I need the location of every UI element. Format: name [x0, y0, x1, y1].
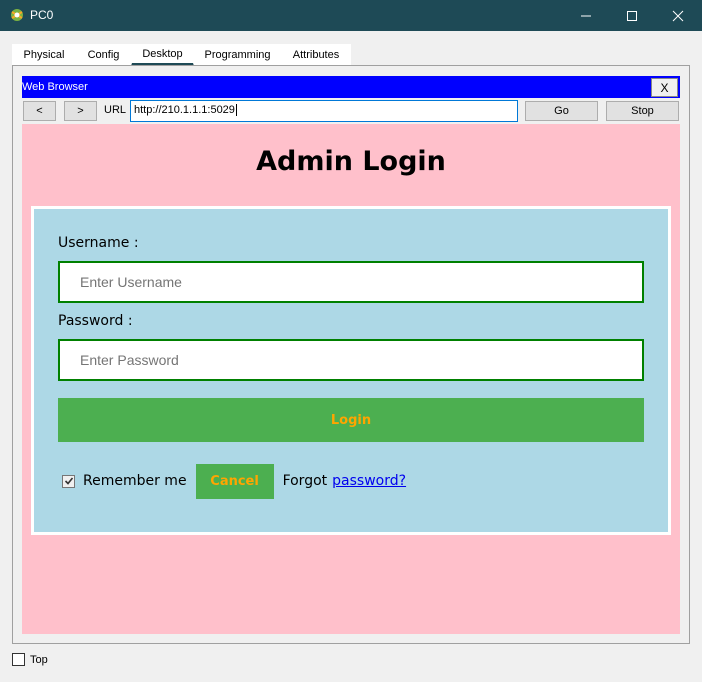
back-button[interactable]: < — [23, 101, 56, 121]
web-browser-header: Web Browser X — [22, 76, 680, 98]
stop-button[interactable]: Stop — [606, 101, 679, 121]
username-placeholder: Enter Username — [80, 274, 182, 290]
login-button[interactable]: Login — [58, 398, 644, 442]
forgot-password-link[interactable]: password? — [332, 473, 406, 489]
page-title: Admin Login — [256, 146, 446, 177]
minimize-button[interactable] — [563, 0, 609, 31]
tab-config[interactable]: Config — [76, 44, 131, 66]
maximize-button[interactable] — [609, 0, 655, 31]
title-bar: PC0 — [0, 0, 702, 31]
close-icon — [672, 10, 684, 22]
top-checkbox[interactable] — [12, 653, 25, 666]
minimize-icon — [580, 10, 592, 22]
forward-button[interactable]: > — [64, 101, 97, 121]
remember-row: Remember me Cancel Forgot password? — [62, 463, 406, 499]
web-browser-close-button[interactable]: X — [651, 78, 678, 97]
remember-me-checkbox[interactable] — [62, 474, 75, 488]
checkmark-icon — [64, 477, 73, 485]
text-caret — [235, 104, 237, 117]
top-label: Top — [30, 654, 48, 666]
remember-me-label: Remember me — [83, 473, 187, 489]
maximize-icon — [626, 10, 638, 22]
password-input[interactable]: Enter Password — [58, 339, 644, 381]
window-title: PC0 — [30, 8, 54, 22]
password-label: Password : — [58, 313, 133, 329]
close-button[interactable] — [655, 0, 701, 31]
password-placeholder: Enter Password — [80, 352, 179, 368]
tab-physical[interactable]: Physical — [12, 44, 76, 66]
username-label: Username : — [58, 235, 139, 251]
url-value: http://210.1.1.1:5029 — [134, 104, 235, 116]
go-button[interactable]: Go — [525, 101, 598, 121]
web-browser-title: Web Browser — [22, 81, 88, 93]
tab-desktop[interactable]: Desktop — [131, 44, 194, 66]
forgot-text: Forgot — [282, 473, 328, 489]
login-form: Username : Enter Username Password : Ent… — [31, 206, 671, 535]
device-tabs: Physical Config Desktop Programming Attr… — [12, 44, 351, 66]
tab-attributes[interactable]: Attributes — [281, 44, 351, 66]
tab-programming[interactable]: Programming — [194, 44, 281, 66]
url-label: URL — [104, 104, 127, 116]
browser-viewport: Admin Login Username : Enter Username Pa… — [22, 124, 680, 634]
url-input[interactable]: http://210.1.1.1:5029 — [130, 100, 518, 122]
packet-tracer-app-icon — [9, 7, 25, 23]
username-input[interactable]: Enter Username — [58, 261, 644, 303]
cancel-button[interactable]: Cancel — [195, 463, 274, 499]
